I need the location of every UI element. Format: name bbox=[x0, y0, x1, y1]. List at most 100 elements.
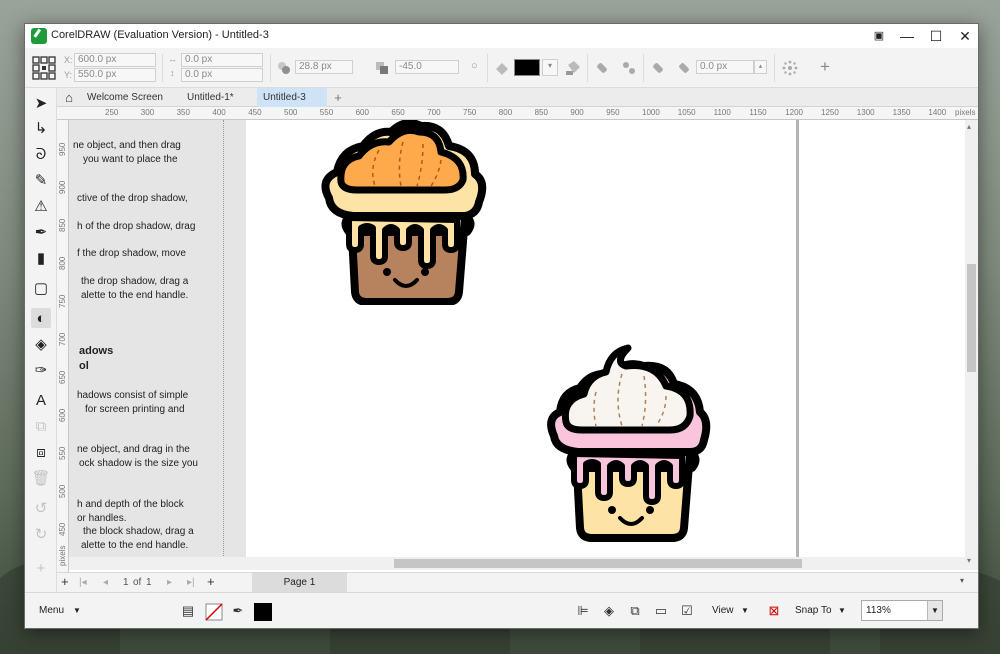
scroll-down-icon[interactable]: ▾ bbox=[967, 556, 971, 565]
transparency-icon[interactable] bbox=[565, 60, 581, 76]
minimize-button[interactable]: — bbox=[893, 24, 921, 48]
cupcake-orange[interactable] bbox=[319, 120, 489, 305]
last-page-icon[interactable]: ▸| bbox=[187, 577, 195, 588]
ruler-label: 550 bbox=[58, 446, 67, 460]
snap-off-icon[interactable]: ⊠ bbox=[766, 603, 782, 619]
stretch-field[interactable]: 0.0 px bbox=[696, 60, 754, 74]
undo-icon[interactable]: ↺ bbox=[31, 498, 51, 518]
hint-text: alette to the end handle. bbox=[81, 290, 189, 301]
next-page-icon[interactable]: ▸ bbox=[167, 577, 172, 588]
fill-tool-icon[interactable]: ◈ bbox=[31, 334, 51, 354]
smart-fill-icon[interactable]: ✑ bbox=[31, 360, 51, 380]
fill-info-icon: ▤ bbox=[181, 603, 195, 618]
menu-button[interactable]: Menu bbox=[39, 605, 64, 616]
zoom-value: 113% bbox=[866, 605, 891, 616]
first-page-icon[interactable]: |◂ bbox=[79, 577, 87, 588]
connector-tool-icon[interactable]: ⧈ bbox=[31, 442, 51, 462]
document-tabbar: ⌂ Welcome Screen Untitled-1* Untitled-3 … bbox=[57, 88, 978, 107]
y-position-field[interactable]: 550.0 px bbox=[74, 68, 156, 82]
zoom-field[interactable]: 113% ▼ bbox=[861, 600, 943, 621]
view-dropdown-icon[interactable]: ▼ bbox=[741, 606, 749, 615]
add-button[interactable]: + bbox=[820, 57, 830, 77]
height-field[interactable]: 0.0 px bbox=[181, 68, 263, 82]
add-tool-icon[interactable]: + bbox=[31, 558, 51, 578]
horizontal-scroll-thumb[interactable] bbox=[394, 559, 802, 568]
tab-welcome-screen[interactable]: Welcome Screen bbox=[81, 88, 179, 107]
curve-tool-icon[interactable]: ᘐ bbox=[31, 144, 51, 164]
home-icon[interactable]: ⌂ bbox=[59, 88, 79, 107]
feather-direction-icon[interactable] bbox=[621, 60, 637, 76]
hint-text: f the drop shadow, move bbox=[77, 248, 186, 259]
artistic-media-icon[interactable]: ✎ bbox=[31, 170, 51, 190]
pick-tool-icon[interactable]: ➤ bbox=[31, 93, 51, 113]
horizontal-scrollbar[interactable] bbox=[69, 557, 965, 570]
ruler-label: 500 bbox=[284, 108, 298, 117]
tab-untitled-3[interactable]: Untitled-3 bbox=[257, 88, 327, 107]
drawing-canvas[interactable]: ne object, and then drag you want to plac… bbox=[69, 120, 965, 570]
hint-heading: ol bbox=[79, 360, 89, 372]
zoom-dropdown-icon[interactable]: ▼ bbox=[927, 601, 942, 620]
arrange-icon[interactable]: ⧉ bbox=[627, 603, 643, 619]
checklist-icon[interactable]: ☑ bbox=[679, 603, 695, 619]
outline-color-swatch[interactable] bbox=[254, 603, 272, 621]
ruler-label: 700 bbox=[427, 108, 441, 117]
no-fill-icon[interactable] bbox=[205, 603, 223, 621]
comment-icon[interactable]: ▭ bbox=[653, 603, 669, 619]
add-page-after-button[interactable]: + bbox=[207, 574, 215, 589]
redo-icon[interactable]: ↻ bbox=[31, 524, 51, 544]
divider bbox=[774, 54, 775, 82]
hint-heading: adows bbox=[79, 345, 114, 357]
color-dropdown[interactable]: ▾ bbox=[542, 59, 558, 76]
shadow-offset-field[interactable]: 28.8 px bbox=[295, 60, 353, 74]
vertical-scroll-thumb[interactable] bbox=[967, 264, 976, 372]
width-field[interactable]: 0.0 px bbox=[181, 53, 263, 67]
menu-dropdown-icon[interactable]: ▼ bbox=[73, 606, 81, 615]
clear-shadow-icon[interactable] bbox=[676, 60, 692, 76]
view-button[interactable]: View bbox=[712, 605, 734, 616]
eraser-tool-icon[interactable]: ▮ bbox=[31, 248, 51, 268]
help-icon[interactable]: ▣ bbox=[865, 24, 893, 48]
rectangle-tool-icon[interactable]: ▢ bbox=[31, 278, 51, 298]
reference-point-icon[interactable] bbox=[32, 56, 56, 80]
snap-to-button[interactable]: Snap To bbox=[795, 605, 832, 616]
snap-dropdown-icon[interactable]: ▼ bbox=[838, 606, 846, 615]
x-position-field[interactable]: 600.0 px bbox=[74, 53, 156, 67]
ruler-label: 650 bbox=[391, 108, 405, 117]
layers-icon[interactable]: ◈ bbox=[601, 603, 617, 619]
add-page-before-button[interactable]: + bbox=[61, 574, 69, 589]
shadow-color-swatch[interactable] bbox=[514, 59, 540, 76]
scroll-down-small-icon[interactable]: ▾ bbox=[960, 576, 964, 585]
maximize-button[interactable]: ☐ bbox=[922, 24, 950, 48]
delete-icon[interactable]: 🗑 bbox=[31, 468, 51, 488]
pen-tool-icon[interactable]: ✒ bbox=[31, 222, 51, 242]
ruler-label: 800 bbox=[58, 256, 67, 270]
property-bar: X: 600.0 px Y: 550.0 px ↔ 0.0 px ↕ 0.0 p… bbox=[25, 48, 978, 88]
ruler-label: 500 bbox=[58, 484, 67, 498]
scroll-up-icon[interactable]: ▴ bbox=[967, 122, 971, 131]
cupcake-pink[interactable] bbox=[544, 342, 714, 542]
prev-page-icon[interactable]: ◂ bbox=[103, 577, 108, 588]
toolbox: ➤ ↳ ᘐ ✎ ⚠ ✒ ▮ ▢ ◐ ◈ ✑ A ⧉ ⧈ 🗑 ↺ ↻ + bbox=[25, 88, 57, 592]
text-tool-icon[interactable]: A bbox=[31, 390, 51, 410]
feather-icon[interactable] bbox=[594, 60, 610, 76]
tab-untitled-1[interactable]: Untitled-1* bbox=[181, 88, 255, 107]
vertical-scrollbar[interactable]: ▴ ▾ bbox=[965, 120, 978, 570]
page-edge bbox=[796, 120, 799, 570]
align-icon[interactable]: ⊫ bbox=[575, 603, 591, 619]
shape-tool-icon[interactable]: ↳ bbox=[31, 118, 51, 138]
close-button[interactable]: ✕ bbox=[951, 24, 979, 48]
stretch-stepper[interactable]: ▴ bbox=[754, 60, 767, 74]
copy-shadow-icon[interactable] bbox=[650, 60, 666, 76]
crop-tool-icon[interactable]: ⚠ bbox=[31, 196, 51, 216]
page-1-tab[interactable]: Page 1 bbox=[252, 573, 347, 593]
drop-shadow-tool-icon[interactable]: ◐ bbox=[31, 308, 51, 328]
settings-icon[interactable] bbox=[782, 60, 798, 76]
shadow-angle-field[interactable]: -45.0 bbox=[395, 60, 459, 74]
shadow-angle-icon bbox=[376, 62, 388, 74]
new-tab-button[interactable]: + bbox=[329, 88, 347, 107]
vertical-ruler: 950 900 850 800 750 700 650 600 550 500 450 pixels bbox=[57, 120, 69, 572]
hint-text: or handles. bbox=[77, 513, 127, 524]
divider bbox=[587, 54, 588, 82]
hint-text: ne object, and drag in the bbox=[77, 444, 190, 455]
table-tool-icon[interactable]: ⧉ bbox=[31, 416, 51, 436]
